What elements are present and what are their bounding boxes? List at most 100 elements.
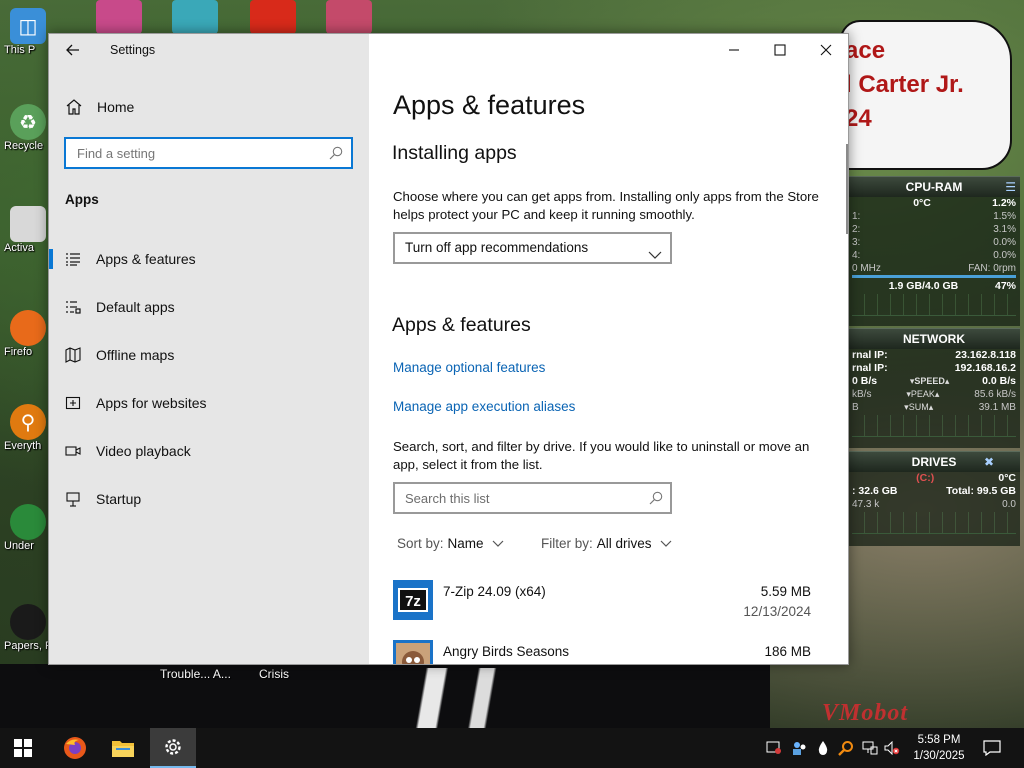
minimize-button[interactable] [711, 34, 757, 66]
back-button[interactable] [59, 38, 87, 62]
gadget-title: NETWORK [848, 329, 1020, 349]
selection-indicator [49, 393, 53, 413]
video-icon [65, 443, 81, 459]
search-list-input[interactable] [395, 484, 635, 512]
close-button[interactable] [803, 34, 848, 66]
peak-label: ▾PEAK▴ [906, 389, 940, 399]
sidebar-item-startup[interactable]: Startup [49, 479, 369, 519]
volume-muted-icon[interactable] [884, 740, 900, 756]
maximize-icon [774, 44, 786, 56]
sidebar-item-apps-websites[interactable]: Apps for websites [49, 383, 369, 423]
svg-text:7z: 7z [405, 593, 421, 610]
desktop-icon-undertale[interactable]: Under [4, 504, 52, 552]
gadget-row: 2: 3.1% [848, 223, 1020, 236]
internal-ip: 192.168.16.2 [954, 362, 1016, 374]
sort-by-control[interactable]: Sort by: Name [397, 536, 504, 551]
core-label: 1: [852, 211, 861, 222]
network-icon[interactable] [862, 740, 878, 756]
internal-ip-label: rnal IP: [852, 362, 888, 374]
app-list-item[interactable]: Angry Birds Seasons 186 MB [393, 638, 823, 664]
tray-app-icon[interactable] [766, 740, 782, 756]
installing-apps-heading: Installing apps [392, 142, 517, 164]
desktop-icon-firefox[interactable]: Firefo [4, 310, 52, 358]
gadget-title-text: NETWORK [903, 332, 965, 346]
manage-execution-aliases-link[interactable]: Manage app execution aliases [393, 399, 575, 414]
clock-date: 1/30/2025 [913, 750, 965, 762]
desktop-icon-label: Firefo [4, 346, 33, 358]
wallpaper-dark-area [0, 664, 770, 728]
drive-temp: 0°C [998, 472, 1016, 484]
search-icon[interactable] [329, 146, 343, 165]
filter-by-control[interactable]: Filter by: All drives [541, 536, 672, 551]
sidebar-item-video-playback[interactable]: Video playback [49, 431, 369, 471]
title-bar[interactable]: Settings [49, 34, 848, 66]
mcdonalds-icon[interactable] [250, 0, 296, 34]
desktop-icon-papers-please[interactable]: Papers, P [4, 604, 52, 652]
apps-features-heading: Apps & features [392, 314, 531, 336]
desktop-icon-this-pc[interactable]: ◫ This P [4, 8, 52, 56]
scrollbar[interactable] [846, 144, 848, 234]
window-title: Settings [110, 43, 156, 57]
external-ip-label: rnal IP: [852, 349, 888, 361]
tools-icon[interactable]: ✖ [984, 452, 994, 472]
nav-home-label: Home [97, 99, 135, 115]
drive-total: Total: 99.5 GB [946, 485, 1016, 497]
taskbar-settings[interactable] [150, 728, 196, 768]
taskbar-file-explorer[interactable] [100, 728, 146, 768]
desktop-app-icon[interactable] [96, 0, 142, 34]
gadget-row: 47.3 k 0.0 [848, 498, 1020, 511]
sort-label: Sort by: [397, 536, 444, 551]
core-value: 1.5% [993, 211, 1016, 222]
external-ip: 23.162.8.118 [955, 349, 1016, 361]
settings-sidebar: Home Apps Apps & features Default apps [49, 34, 369, 664]
drive-graph [852, 512, 1016, 534]
angry-birds-icon [393, 640, 433, 664]
sum-label-text: SUM [908, 402, 929, 412]
gadget-row: 1.9 GB/4.0 GB 47% [848, 280, 1020, 293]
sidebar-item-offline-maps[interactable]: Offline maps [49, 335, 369, 375]
speech-text: ace l Carter Jr. 24 [845, 34, 1005, 136]
windows-logo-icon [14, 739, 32, 757]
selection-indicator [49, 249, 53, 269]
taskbar-clock[interactable]: 5:58 PM 1/30/2025 [908, 732, 970, 764]
sidebar-item-default-apps[interactable]: Default apps [49, 287, 369, 327]
desktop-app-icon[interactable] [172, 0, 218, 34]
app-size: 186 MB [764, 644, 811, 659]
tray-people-icon[interactable] [791, 740, 807, 756]
manage-optional-features-link[interactable]: Manage optional features [393, 360, 545, 375]
gadget-row: 1: 1.5% [848, 210, 1020, 223]
taskbar-firefox[interactable] [52, 728, 98, 768]
sum-down: B [852, 402, 859, 413]
desktop-icon-everything[interactable]: ⚲ Everyth [4, 404, 52, 452]
speed-down: 0 B/s [852, 375, 878, 387]
find-setting-input[interactable] [66, 139, 321, 167]
drive-free: : 32.6 GB [852, 485, 898, 497]
desktop-icon-label: Recycle [4, 140, 44, 152]
desktop-icon-activate[interactable]: Activa [4, 206, 52, 254]
app-name: Angry Birds Seasons [443, 644, 570, 659]
search-icon[interactable] [649, 491, 663, 510]
app-list-item[interactable]: 7z 7-Zip 24.09 (x64) 5.59 MB 12/13/2024 [393, 578, 823, 634]
chevron-down-icon [660, 540, 672, 548]
sidebar-item-apps-features[interactable]: Apps & features [49, 239, 369, 279]
desktop-icon-label[interactable]: Trouble... A... [160, 667, 231, 681]
maximize-button[interactable] [757, 34, 803, 66]
settings-icon[interactable]: ☰ [1005, 177, 1016, 197]
find-setting-box[interactable] [64, 137, 353, 169]
start-button[interactable] [0, 728, 46, 768]
dropdown-value: Turn off app recommendations [405, 240, 589, 255]
desktop-icon-recycle[interactable]: ♻ Recycle [4, 104, 52, 152]
desktop-icon-label[interactable]: Crisis [259, 667, 289, 681]
action-center-button[interactable] [970, 728, 1014, 768]
app-source-dropdown[interactable]: Turn off app recommendations [393, 232, 672, 264]
nav-home[interactable]: Home [65, 96, 134, 118]
desktop-icon-label: Papers, P [4, 640, 52, 652]
desktop-app-icon[interactable] [326, 0, 372, 34]
gadget-row: (C:) 0°C [848, 472, 1020, 485]
search-list-box[interactable] [393, 482, 672, 514]
selection-indicator [49, 345, 53, 365]
cpu-total: 1.2% [992, 197, 1016, 209]
tray-drop-icon[interactable] [815, 740, 831, 756]
tray-search-everything-icon[interactable] [838, 740, 854, 756]
sidebar-item-label: Default apps [96, 299, 175, 315]
